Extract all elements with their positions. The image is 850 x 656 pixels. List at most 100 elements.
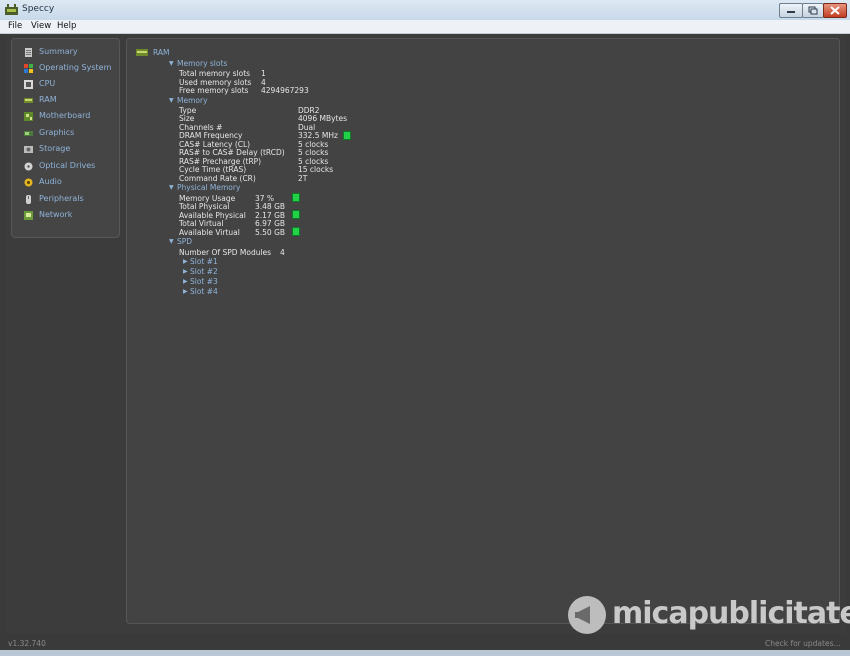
version-label: v1.32.740 [8, 639, 46, 648]
check-updates-link[interactable]: Check for updates... [765, 639, 841, 648]
watermark-logo: micapublicitate [568, 594, 850, 638]
field-label: Total Physical [179, 202, 230, 211]
field-value: 3.48 GB [255, 202, 286, 211]
sidebar-item-cpu[interactable]: CPU [12, 78, 118, 92]
sidebar-item-label: Operating System [39, 63, 112, 72]
expand-arrow-icon[interactable]: ▶ [183, 258, 188, 265]
megaphone-icon [568, 596, 606, 634]
spd-slot-1[interactable]: Slot #1 [190, 257, 218, 266]
field-label: RAS# to CAS# Delay (tRCD) [179, 148, 285, 157]
sidebar-item-label: Storage [39, 144, 71, 153]
app-window: Speccy File View Help Summary Operating … [0, 0, 850, 656]
field-label: Available Virtual [179, 228, 240, 237]
field-label: Free memory slots [179, 86, 249, 95]
field-value: 4 [280, 248, 285, 257]
sidebar-item-label: Graphics [39, 128, 75, 137]
field-value: 4294967293 [261, 86, 309, 95]
storage-icon [24, 146, 33, 153]
sidebar-item-label: CPU [39, 79, 56, 88]
field-label: Size [179, 114, 195, 123]
frequency-indicator [343, 131, 351, 140]
usage-indicator [292, 193, 300, 202]
available-physical-indicator [292, 210, 300, 219]
collapse-arrow-icon[interactable]: ▼ [169, 184, 174, 191]
sidebar-item-label: Summary [39, 47, 78, 56]
field-value: 6.97 GB [255, 219, 286, 228]
collapse-arrow-icon[interactable]: ▼ [169, 97, 174, 104]
cpu-icon [24, 80, 33, 89]
sidebar-item-graphics[interactable]: Graphics [12, 127, 118, 141]
menu-help[interactable]: Help [57, 21, 76, 31]
memory-header[interactable]: Memory [177, 96, 208, 105]
field-label: Cycle Time (tRAS) [179, 165, 247, 174]
summary-icon [25, 48, 32, 57]
menu-bar: File View Help [0, 20, 850, 34]
physical-memory-header[interactable]: Physical Memory [177, 183, 240, 192]
sidebar: Summary Operating System CPU RAM Motherb… [11, 38, 120, 238]
minimize-icon [787, 11, 795, 13]
motherboard-icon [24, 112, 33, 121]
audio-icon [24, 178, 33, 187]
expand-arrow-icon[interactable]: ▶ [183, 268, 188, 275]
expand-arrow-icon[interactable]: ▶ [183, 278, 188, 285]
sidebar-item-label: Peripherals [39, 194, 84, 203]
field-label: Command Rate (CR) [179, 174, 256, 183]
graphics-card-icon [24, 131, 33, 136]
minimize-button[interactable] [779, 3, 803, 18]
sidebar-item-network[interactable]: Network [12, 209, 118, 223]
menu-view[interactable]: View [31, 21, 51, 31]
taskbar-strip [0, 650, 850, 656]
sidebar-item-label: Optical Drives [39, 161, 96, 170]
close-icon [830, 6, 840, 15]
title-bar: Speccy [0, 0, 850, 21]
peripherals-icon [26, 195, 31, 204]
field-value: 4096 MBytes [298, 114, 347, 123]
section-title: RAM [153, 48, 170, 57]
sidebar-item-label: Motherboard [39, 111, 91, 120]
ram-icon [24, 98, 33, 103]
sidebar-item-audio[interactable]: Audio [12, 176, 118, 190]
sidebar-item-motherboard[interactable]: Motherboard [12, 110, 118, 124]
field-label: DRAM Frequency [179, 131, 243, 140]
speccy-app-icon [5, 4, 18, 15]
window-title: Speccy [22, 4, 55, 14]
collapse-arrow-icon[interactable]: ▼ [169, 238, 174, 245]
watermark-text: micapublicitate [612, 596, 850, 631]
spd-slot-2[interactable]: Slot #2 [190, 267, 218, 276]
main-area: Summary Operating System CPU RAM Motherb… [5, 34, 845, 634]
restore-icon [808, 6, 818, 15]
details-panel: RAM ▼ Memory slots Total memory slots 1 … [126, 38, 840, 624]
sidebar-item-label: Audio [39, 177, 62, 186]
field-label: Total memory slots [179, 69, 251, 78]
sidebar-item-storage[interactable]: Storage [12, 143, 118, 157]
field-value: 1 [261, 69, 266, 78]
sidebar-item-optical-drives[interactable]: Optical Drives [12, 160, 118, 174]
field-value: 15 clocks [298, 165, 334, 174]
menu-file[interactable]: File [8, 21, 22, 31]
collapse-arrow-icon[interactable]: ▼ [169, 60, 174, 67]
field-value: 5 clocks [298, 148, 329, 157]
restore-button[interactable] [802, 3, 824, 18]
sidebar-item-label: Network [39, 210, 73, 219]
sidebar-item-ram[interactable]: RAM [12, 94, 118, 108]
spd-slot-3[interactable]: Slot #3 [190, 277, 218, 286]
network-icon [24, 211, 33, 220]
field-value: 5.50 GB [255, 228, 286, 237]
sidebar-item-label: RAM [39, 95, 57, 104]
spd-header[interactable]: SPD [177, 237, 192, 246]
available-virtual-indicator [292, 227, 300, 236]
field-label: Number Of SPD Modules [179, 248, 272, 257]
sidebar-item-peripherals[interactable]: Peripherals [12, 193, 118, 207]
expand-arrow-icon[interactable]: ▶ [183, 288, 188, 295]
sidebar-item-operating-system[interactable]: Operating System [12, 62, 118, 76]
optical-drive-icon [24, 162, 33, 171]
field-label: Total Virtual [179, 219, 224, 228]
spd-slot-4[interactable]: Slot #4 [190, 287, 218, 296]
ram-icon [136, 49, 148, 56]
field-value: 332.5 MHz [298, 131, 338, 140]
sidebar-item-summary[interactable]: Summary [12, 46, 118, 60]
close-button[interactable] [823, 3, 847, 18]
field-value: 2T [298, 174, 308, 183]
memory-slots-header[interactable]: Memory slots [177, 59, 227, 68]
windows-logo-icon [24, 64, 33, 73]
